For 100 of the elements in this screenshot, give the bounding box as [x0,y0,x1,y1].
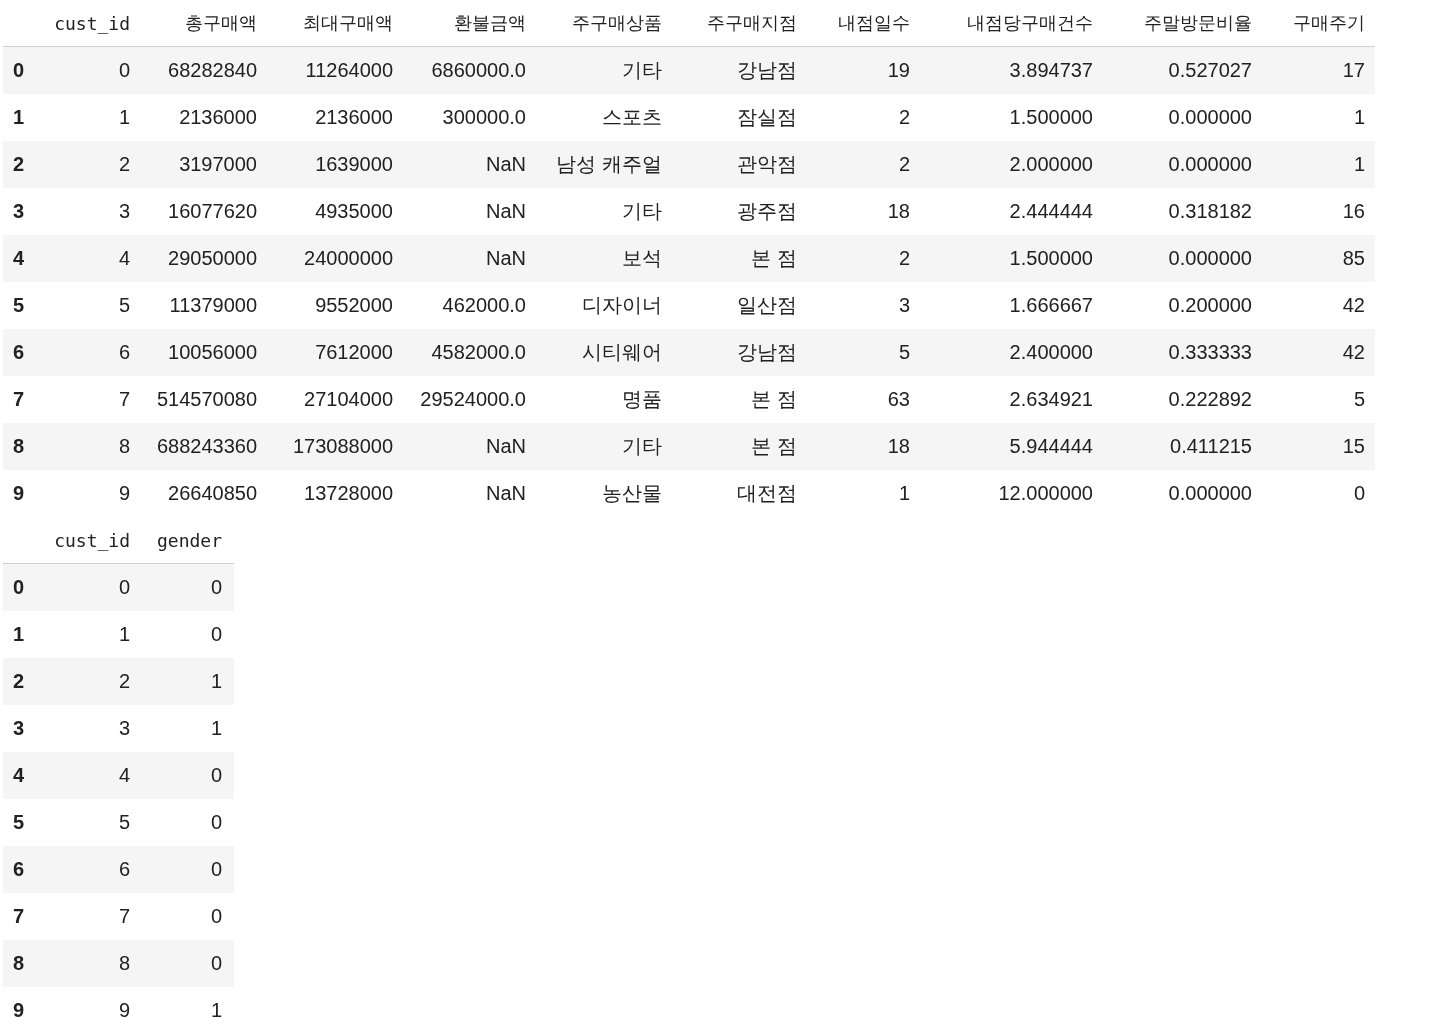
row-index: 7 [3,893,30,940]
table-cell: 5.944444 [910,423,1093,470]
table-cell: 2 [30,141,130,188]
table-cell: 29050000 [130,235,257,282]
table-cell: 잠실점 [662,94,797,141]
table-cell: 11379000 [130,282,257,329]
table-cell: 13728000 [257,470,393,517]
row-index: 6 [3,846,30,893]
row-index: 1 [3,611,30,658]
table-cell: 기타 [526,423,662,470]
table-cell: 4 [30,235,130,282]
table-cell: 0.000000 [1093,141,1252,188]
table-cell: 514570080 [130,376,257,423]
table-cell: 18 [797,188,910,235]
table-cell: 1 [30,611,130,658]
table-cell: 2.000000 [910,141,1093,188]
column-header: 구매주기 [1252,0,1365,47]
row-index: 9 [3,470,30,517]
table-cell: 시티웨어 [526,329,662,376]
table-cell: 1 [130,705,222,752]
table-cell: 1 [130,658,222,705]
column-header: 주구매지점 [662,0,797,47]
table-cell: 디자이너 [526,282,662,329]
table-cell: 보석 [526,235,662,282]
row-index: 9 [3,987,30,1034]
column-header: 주말방문비율 [1093,0,1252,47]
table-cell: NaN [393,188,526,235]
table-cell: 29524000.0 [393,376,526,423]
table-cell: 68282840 [130,46,257,94]
table-cell: 1 [797,470,910,517]
table-cell: 2.400000 [910,329,1093,376]
table-cell: 본 점 [662,376,797,423]
table-cell: 6 [30,846,130,893]
table-cell: 4582000.0 [393,329,526,376]
table-cell: 0 [1252,470,1365,517]
table-cell: 0 [30,563,130,611]
table-cell: 0.000000 [1093,94,1252,141]
table-cell: 1 [1252,94,1365,141]
table-cell: 6 [30,329,130,376]
table-cell: 0.200000 [1093,282,1252,329]
table-cell: 24000000 [257,235,393,282]
table-cell: 9 [30,470,130,517]
table-cell: 2136000 [130,94,257,141]
table-cell: 9 [30,987,130,1034]
table-cell: NaN [393,423,526,470]
table-cell: 42 [1252,329,1365,376]
table-cell: 0 [130,893,222,940]
column-header: 최대구매액 [257,0,393,47]
table-cell: 4 [30,752,130,799]
table-cell: 일산점 [662,282,797,329]
table-cell: 명품 [526,376,662,423]
table-cell: 5 [1252,376,1365,423]
table-cell: 63 [797,376,910,423]
table-cell: 2.634921 [910,376,1093,423]
table-cell: 5 [797,329,910,376]
table-cell: 12.000000 [910,470,1093,517]
table-cell: 0 [130,563,222,611]
column-header: gender [130,517,222,564]
table-cell: 2 [797,235,910,282]
table-cell: 1 [130,987,222,1034]
table-cell: 농산물 [526,470,662,517]
table-cell: NaN [393,235,526,282]
table-cell: 10056000 [130,329,257,376]
table-cell: 관악점 [662,141,797,188]
column-header: 환불금액 [393,0,526,47]
table-cell: 0.222892 [1093,376,1252,423]
table-cell: 6860000.0 [393,46,526,94]
row-index: 1 [3,94,30,141]
table-cell: 기타 [526,188,662,235]
row-index: 8 [3,423,30,470]
table-cell: 0.318182 [1093,188,1252,235]
column-header: 총구매액 [130,0,257,47]
table-cell: 0.000000 [1093,470,1252,517]
table-cell: 5 [30,282,130,329]
table-cell: 1.500000 [910,235,1093,282]
table-cell: 3 [30,705,130,752]
table-cell: 0 [130,940,222,987]
table-cell: 19 [797,46,910,94]
table-cell: 16077620 [130,188,257,235]
table-cell: 1.500000 [910,94,1093,141]
table-cell: 대전점 [662,470,797,517]
column-header: 내점일수 [797,0,910,47]
table-cell: 1 [30,94,130,141]
row-index: 4 [3,235,30,282]
row-index: 4 [3,752,30,799]
table-cell: 8 [30,423,130,470]
table-cell: 85 [1252,235,1365,282]
row-index: 5 [3,799,30,846]
table-cell: 0 [130,752,222,799]
table-cell: 42 [1252,282,1365,329]
table-cell: 7 [30,893,130,940]
table-cell: 7 [30,376,130,423]
table-cell: 1639000 [257,141,393,188]
table-cell: 0.000000 [1093,235,1252,282]
table-cell: 0 [130,799,222,846]
table-cell: 0.333333 [1093,329,1252,376]
row-index: 6 [3,329,30,376]
table-cell: 남성 캐주얼 [526,141,662,188]
table-cell: 본 점 [662,423,797,470]
table-cell: 1.666667 [910,282,1093,329]
